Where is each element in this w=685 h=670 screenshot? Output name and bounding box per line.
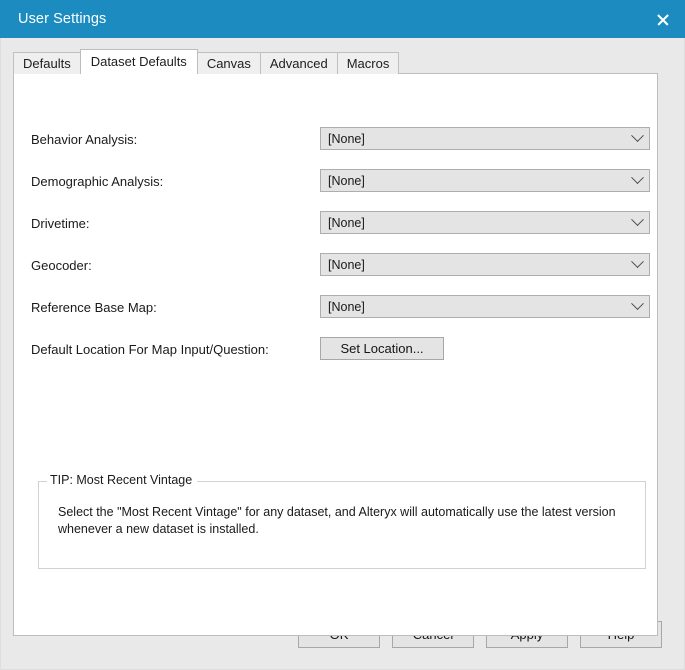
tip-text: Select the "Most Recent Vintage" for any… (58, 505, 616, 536)
combo-reference-base-map-value: [None] (328, 299, 365, 314)
label-default-location: Default Location For Map Input/Question: (31, 342, 269, 357)
window-title: User Settings (18, 11, 107, 27)
combo-behavior-analysis[interactable]: [None] (320, 127, 650, 150)
label-behavior-analysis: Behavior Analysis: (31, 132, 138, 147)
combo-demographic-analysis-value: [None] (328, 173, 365, 188)
chevron-down-icon (625, 212, 649, 233)
combo-reference-base-map[interactable]: [None] (320, 295, 650, 318)
dataset-defaults-panel: Behavior Analysis: [None] Demographic An… (13, 73, 658, 636)
tab-canvas[interactable]: Canvas (196, 52, 261, 74)
tip-legend: TIP: Most Recent Vintage (47, 473, 198, 487)
label-demographic-analysis: Demographic Analysis: (31, 174, 164, 189)
row-default-location: Default Location For Map Input/Question:… (14, 337, 657, 363)
combo-geocoder-value: [None] (328, 257, 365, 272)
chevron-down-icon (625, 170, 649, 191)
row-reference-base-map: Reference Base Map: [None] (14, 295, 657, 321)
tip-group-box: TIP: Most Recent Vintage Select the "Mos… (38, 473, 646, 569)
combo-behavior-analysis-value: [None] (328, 131, 365, 146)
close-button[interactable] (639, 0, 685, 38)
label-drivetime: Drivetime: (31, 216, 90, 231)
tab-defaults[interactable]: Defaults (13, 52, 81, 74)
combo-geocoder[interactable]: [None] (320, 253, 650, 276)
row-drivetime: Drivetime: [None] (14, 211, 657, 237)
row-behavior-analysis: Behavior Analysis: [None] (14, 127, 657, 153)
tab-strip: Defaults Dataset Defaults Canvas Advance… (13, 49, 672, 74)
title-bar: User Settings (0, 0, 685, 38)
set-location-button[interactable]: Set Location... (320, 337, 444, 360)
tab-macros[interactable]: Macros (336, 52, 400, 74)
dialog-body: Defaults Dataset Defaults Canvas Advance… (0, 38, 685, 670)
chevron-down-icon (625, 296, 649, 317)
combo-drivetime-value: [None] (328, 215, 365, 230)
close-icon (656, 13, 669, 26)
row-demographic-analysis: Demographic Analysis: [None] (14, 169, 657, 195)
combo-drivetime[interactable]: [None] (320, 211, 650, 234)
chevron-down-icon (625, 254, 649, 275)
user-settings-dialog: User Settings Defaults Dataset Defaults … (0, 0, 685, 670)
label-reference-base-map: Reference Base Map: (31, 300, 157, 315)
label-geocoder: Geocoder: (31, 258, 92, 273)
combo-demographic-analysis[interactable]: [None] (320, 169, 650, 192)
row-geocoder: Geocoder: [None] (14, 253, 657, 279)
tab-advanced[interactable]: Advanced (259, 52, 338, 74)
window-controls (639, 0, 685, 38)
tab-dataset-defaults[interactable]: Dataset Defaults (79, 49, 198, 74)
chevron-down-icon (625, 128, 649, 149)
